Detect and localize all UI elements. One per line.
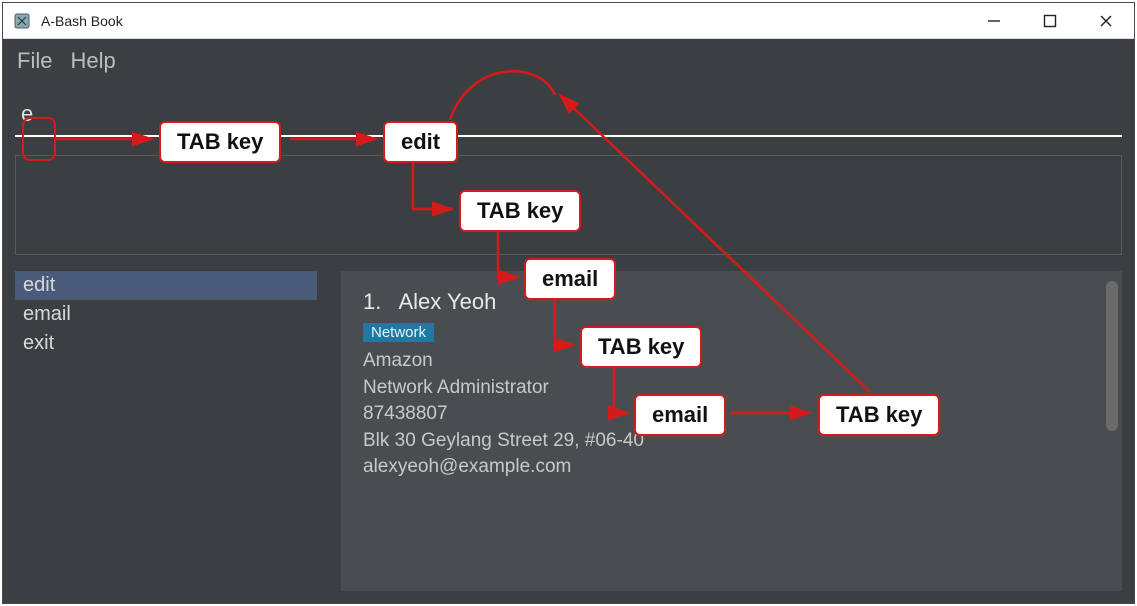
app-icon [13, 12, 31, 30]
close-button[interactable] [1078, 3, 1134, 38]
detail-scrollbar[interactable] [1106, 281, 1118, 431]
window-controls [966, 3, 1134, 38]
annotation-tab3: TAB key [580, 326, 702, 368]
minimize-button[interactable] [966, 3, 1022, 38]
detail-panel: 1. Alex Yeoh Network Amazon Network Admi… [341, 271, 1122, 591]
maximize-button[interactable] [1022, 3, 1078, 38]
person-phone: 87438807 [363, 401, 1100, 428]
suggestion-item[interactable]: edit [15, 271, 317, 300]
annotation-input-highlight [22, 117, 56, 161]
annotation-email1: email [524, 258, 616, 300]
person-company: Amazon [363, 348, 1100, 375]
menu-help[interactable]: Help [70, 48, 115, 74]
suggestion-item[interactable]: email [15, 300, 317, 329]
annotation-edit: edit [383, 121, 458, 163]
annotation-tab2: TAB key [459, 190, 581, 232]
person-address: Blk 30 Geylang Street 29, #06-40 [363, 428, 1100, 455]
titlebar: A-Bash Book [3, 3, 1134, 39]
app-window: A-Bash Book File Help edit email exit [2, 2, 1135, 604]
annotation-email2: email [634, 394, 726, 436]
annotation-tab4: TAB key [818, 394, 940, 436]
suggestions-panel: edit email exit [15, 271, 317, 591]
window-title: A-Bash Book [41, 13, 966, 29]
suggestion-item[interactable]: exit [15, 329, 317, 358]
annotation-tab1: TAB key [159, 121, 281, 163]
person-name-row: 1. Alex Yeoh [363, 289, 1100, 315]
person-role: Network Administrator [363, 375, 1100, 402]
menubar: File Help [3, 39, 1134, 83]
person-email: alexyeoh@example.com [363, 454, 1100, 481]
content-row: edit email exit 1. Alex Yeoh Network Ama… [3, 265, 1134, 603]
person-tag: Network [363, 323, 434, 342]
menu-file[interactable]: File [17, 48, 52, 74]
person-name: Alex Yeoh [398, 289, 496, 314]
person-index: 1. [363, 289, 381, 314]
